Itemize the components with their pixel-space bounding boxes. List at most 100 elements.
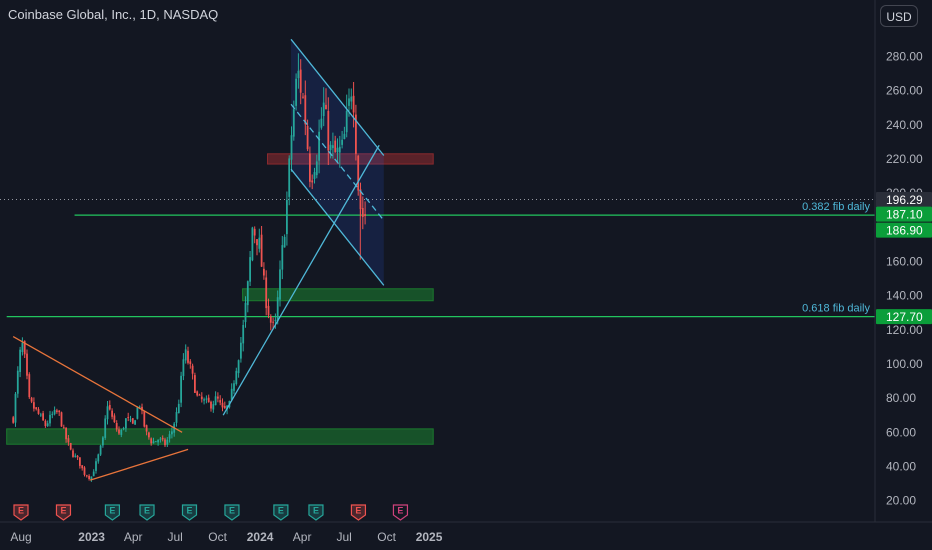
candle: [299, 69, 302, 93]
candle: [19, 349, 21, 372]
x-tick-label: Jul: [336, 530, 351, 544]
candle: [322, 102, 325, 116]
candle: [62, 427, 65, 429]
candle: [219, 400, 222, 403]
candle: [26, 353, 28, 376]
price-label-text: 186.90: [886, 224, 923, 238]
x-tick-label: Aug: [10, 530, 31, 544]
support-zone-low: [6, 428, 434, 445]
earnings-label: E: [397, 506, 403, 516]
earnings-label: E: [109, 506, 115, 516]
candle: [198, 394, 201, 396]
candle: [85, 475, 88, 477]
candle: [274, 319, 277, 321]
candle: [16, 370, 19, 394]
candle: [313, 172, 316, 179]
y-tick-label: 40.00: [886, 459, 916, 473]
candle: [338, 146, 341, 153]
candle: [39, 414, 42, 416]
earnings-label: E: [278, 506, 284, 516]
candle: [191, 365, 194, 374]
x-tick-label: Oct: [208, 530, 227, 544]
candle: [14, 393, 17, 423]
candle: [334, 140, 337, 153]
candle: [60, 412, 63, 427]
earnings-label: E: [18, 506, 24, 516]
y-tick-label: 260.00: [886, 84, 923, 98]
candle: [276, 297, 279, 322]
candle: [134, 420, 136, 425]
fib-label: 0.618 fib daily: [802, 303, 870, 315]
candle: [182, 359, 185, 377]
candle: [148, 432, 150, 438]
candle: [210, 401, 212, 409]
candle: [336, 147, 339, 153]
candle: [53, 410, 56, 415]
candle: [67, 438, 70, 443]
candle: [279, 269, 281, 300]
candle: [127, 417, 130, 419]
price-label-text: 196.29: [886, 193, 923, 207]
currency-button[interactable]: USD: [880, 5, 918, 27]
candle: [269, 316, 272, 323]
candle: [318, 131, 320, 161]
candle: [122, 428, 125, 430]
candle: [69, 443, 72, 450]
candle: [306, 125, 309, 150]
candle: [79, 457, 81, 466]
fib-label: 0.382 fib daily: [802, 201, 870, 213]
candle: [223, 406, 226, 409]
candle: [283, 236, 286, 248]
candle: [97, 454, 100, 462]
price-label-text: 187.10: [886, 208, 923, 222]
candle: [189, 361, 192, 365]
candle: [136, 407, 139, 419]
candle: [12, 417, 15, 423]
x-tick-label: 2025: [416, 530, 443, 544]
y-tick-label: 140.00: [886, 289, 923, 303]
candle: [81, 465, 84, 469]
candle: [345, 111, 348, 133]
candle: [145, 425, 148, 432]
candle: [217, 396, 219, 399]
candle: [194, 375, 196, 393]
candle: [129, 419, 132, 421]
candle: [267, 305, 270, 316]
candle: [143, 410, 146, 427]
candle: [272, 321, 274, 323]
price-chart[interactable]: 0.382 fib daily 0.618 fib daily E E E E E E E E E E…: [0, 0, 932, 550]
candle: [258, 237, 261, 249]
y-tick-label: 100.00: [886, 357, 923, 371]
candle: [311, 180, 314, 183]
candle: [297, 70, 300, 79]
candle: [106, 406, 109, 420]
y-tick-label: 60.00: [886, 425, 916, 439]
candle: [111, 410, 113, 417]
candle: [207, 397, 210, 403]
y-tick-label: 280.00: [886, 49, 923, 63]
candle: [292, 109, 295, 137]
candle: [315, 161, 318, 176]
candle: [304, 95, 307, 125]
candle: [281, 245, 284, 270]
candle: [28, 374, 31, 398]
candle: [33, 402, 35, 409]
candle: [125, 418, 127, 429]
price-label-text: 127.70: [886, 310, 923, 324]
candle: [352, 95, 355, 113]
candle: [332, 145, 334, 149]
candle: [212, 404, 215, 410]
candle: [42, 413, 44, 421]
candle: [329, 144, 332, 151]
price-label: 186.90: [876, 222, 932, 238]
candle: [184, 349, 187, 361]
support-zone-mid: [242, 288, 434, 302]
candle: [131, 418, 134, 424]
candle: [37, 409, 40, 414]
candle: [327, 111, 330, 151]
earnings-label: E: [313, 506, 319, 516]
candle: [343, 133, 346, 139]
candle: [357, 155, 360, 191]
earnings-label: E: [60, 506, 66, 516]
candle: [196, 391, 199, 396]
